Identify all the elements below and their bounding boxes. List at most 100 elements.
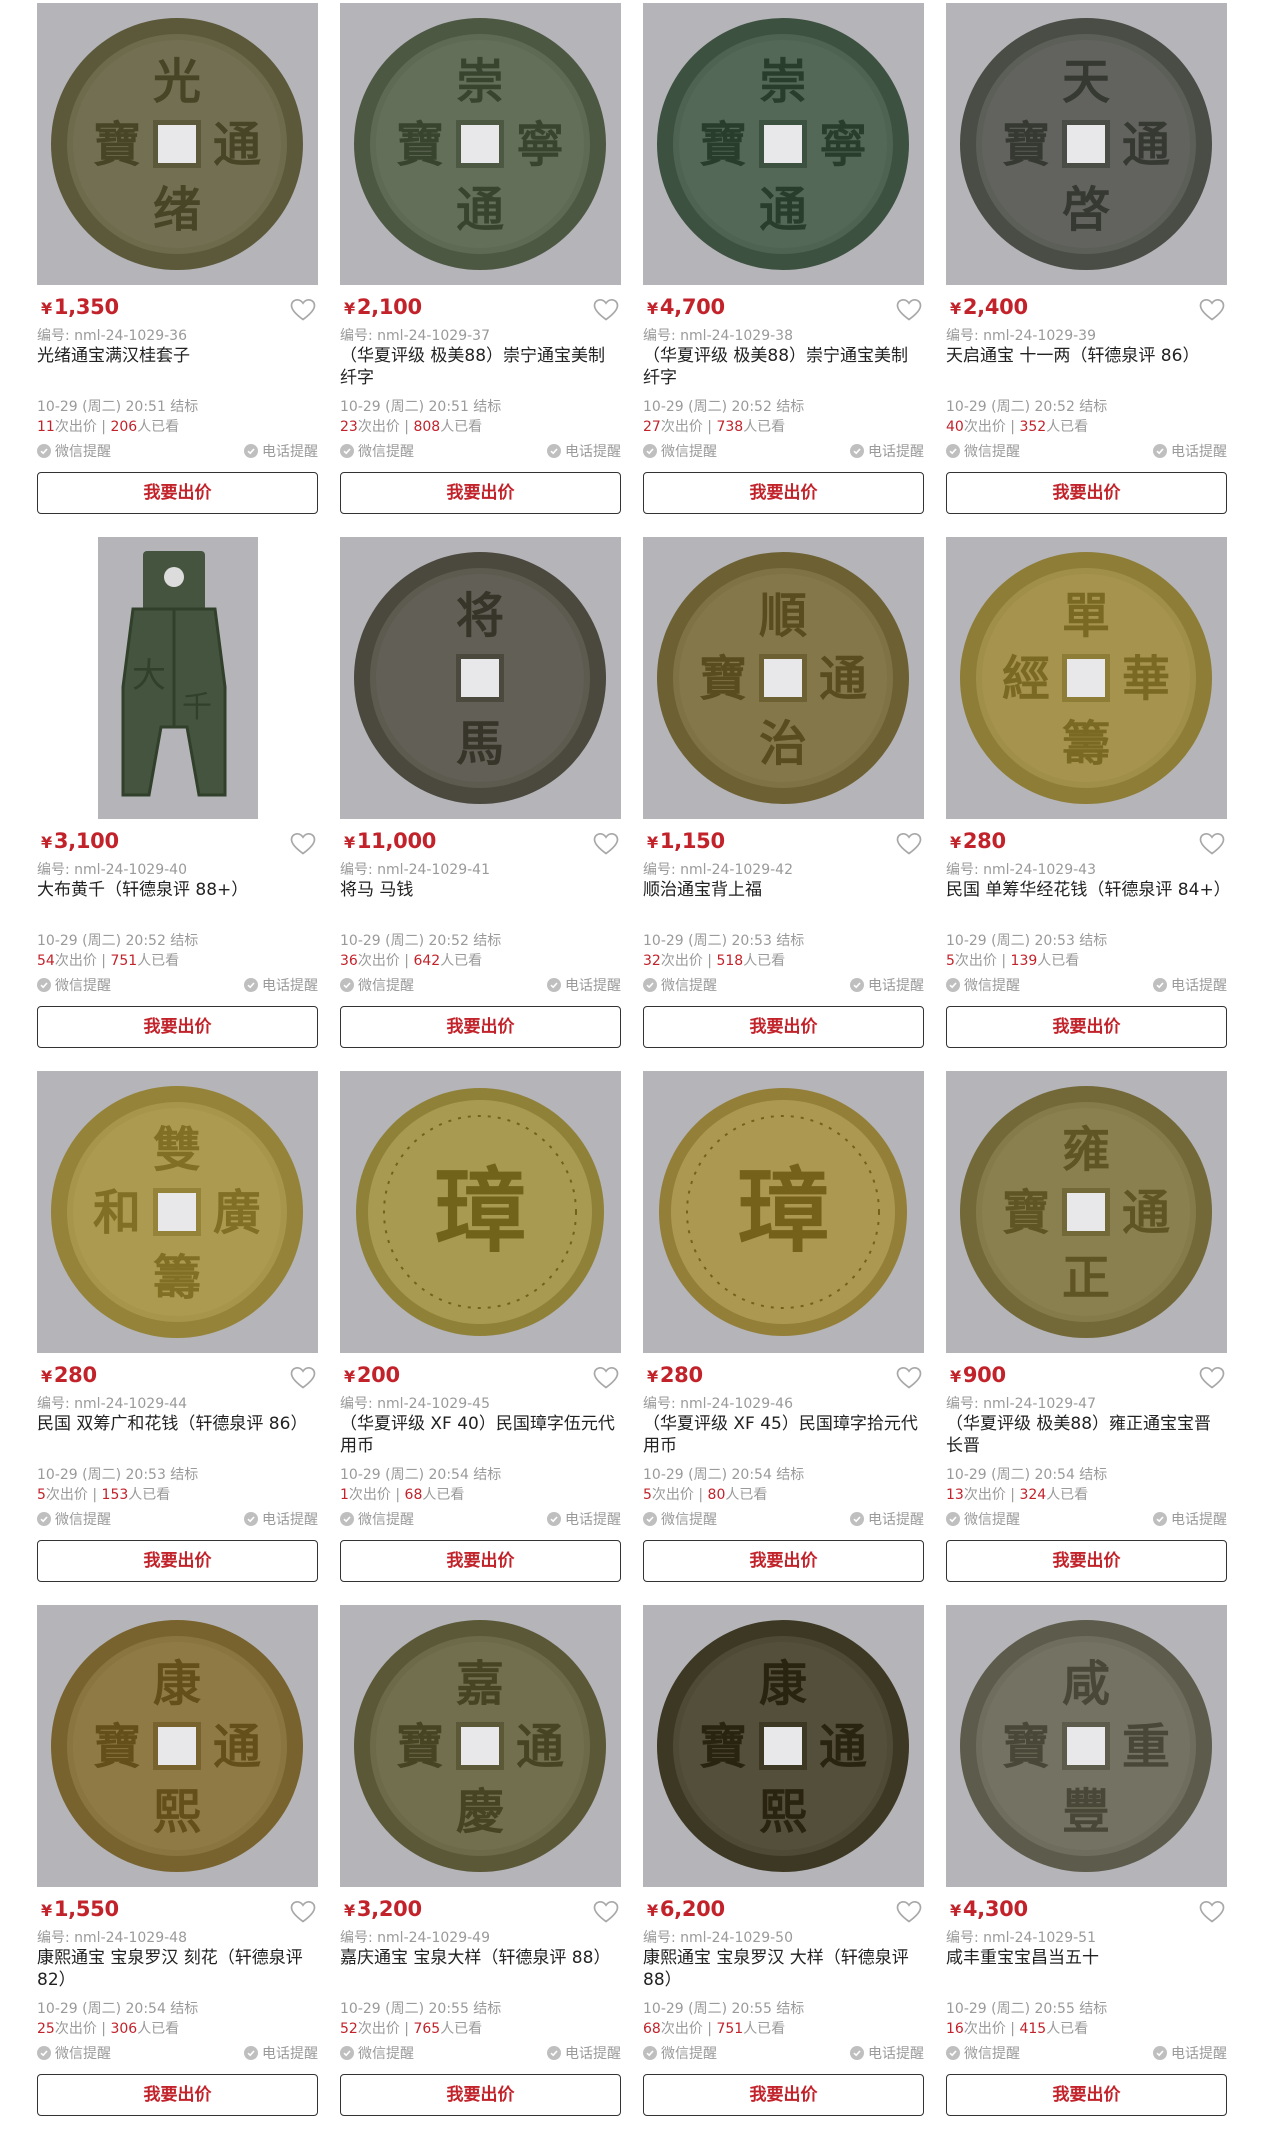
auction-item-card[interactable]: 咸重豐寶 ¥4,300 编号: nml-24-1029-51 咸丰重宝宝昌当五十… <box>946 1605 1227 2132</box>
phone-reminder[interactable]: 电话提醒 <box>850 441 924 461</box>
favorite-heart-icon[interactable] <box>896 832 922 856</box>
place-bid-button[interactable]: 我要出价 <box>643 472 924 514</box>
auction-item-card[interactable]: 單華籌經 ¥280 编号: nml-24-1029-43 民国 单筹华经花钱（轩… <box>946 537 1231 1064</box>
item-photo[interactable]: 天通啓寶 <box>946 3 1227 285</box>
favorite-heart-icon[interactable] <box>896 298 922 322</box>
favorite-heart-icon[interactable] <box>593 832 619 856</box>
wechat-reminder[interactable]: 微信提醒 <box>643 975 717 995</box>
phone-reminder[interactable]: 电话提醒 <box>244 1509 318 1529</box>
item-photo[interactable]: 大 千 <box>37 537 318 819</box>
auction-item-card[interactable]: 璋 ¥280 编号: nml-24-1029-46 （华夏评级 XF 45）民国… <box>643 1071 924 1598</box>
favorite-heart-icon[interactable] <box>290 298 316 322</box>
item-title[interactable]: 康熙通宝 宝泉罗汉 大样（轩德泉评 88） <box>643 1947 924 1991</box>
place-bid-button[interactable]: 我要出价 <box>643 2074 924 2116</box>
favorite-heart-icon[interactable] <box>1199 1900 1225 1924</box>
item-photo[interactable]: 雍通正寶 <box>946 1071 1227 1353</box>
item-photo[interactable]: 康通熙寶 <box>643 1605 924 1887</box>
auction-item-card[interactable]: 雍通正寶 ¥900 编号: nml-24-1029-47 （华夏评级 极美88）… <box>946 1071 1227 1598</box>
phone-reminder[interactable]: 电话提醒 <box>244 2043 318 2063</box>
wechat-reminder[interactable]: 微信提醒 <box>340 975 414 995</box>
item-title[interactable]: 大布黄千（轩德泉评 88+） <box>37 879 318 901</box>
phone-reminder[interactable]: 电话提醒 <box>1153 441 1227 461</box>
place-bid-button[interactable]: 我要出价 <box>340 1006 621 1048</box>
phone-reminder[interactable]: 电话提醒 <box>850 2043 924 2063</box>
phone-reminder[interactable]: 电话提醒 <box>1153 1509 1227 1529</box>
auction-item-card[interactable]: 嘉通慶寶 ¥3,200 编号: nml-24-1029-49 嘉庆通宝 宝泉大样… <box>340 1605 621 2132</box>
wechat-reminder[interactable]: 微信提醒 <box>37 2043 111 2063</box>
wechat-reminder[interactable]: 微信提醒 <box>946 1509 1020 1529</box>
item-title[interactable]: 嘉庆通宝 宝泉大样（轩德泉评 88） <box>340 1947 621 1969</box>
auction-item-card[interactable]: 康通熙寶 ¥6,200 编号: nml-24-1029-50 康熙通宝 宝泉罗汉… <box>643 1605 924 2132</box>
item-title[interactable]: 咸丰重宝宝昌当五十 <box>946 1947 1227 1969</box>
favorite-heart-icon[interactable] <box>593 1900 619 1924</box>
phone-reminder[interactable]: 电话提醒 <box>244 441 318 461</box>
place-bid-button[interactable]: 我要出价 <box>643 1540 924 1582</box>
phone-reminder[interactable]: 电话提醒 <box>1153 2043 1227 2063</box>
wechat-reminder[interactable]: 微信提醒 <box>643 1509 717 1529</box>
phone-reminder[interactable]: 电话提醒 <box>547 441 621 461</box>
auction-item-card[interactable]: 大 千 ¥3,100 编号: nml-24-1029-40 大布黄千（轩德泉评 … <box>37 537 318 1064</box>
favorite-heart-icon[interactable] <box>896 1366 922 1390</box>
auction-item-card[interactable]: 崇寧通寶 ¥4,700 编号: nml-24-1029-38 （华夏评级 极美8… <box>643 3 924 530</box>
item-title[interactable]: （华夏评级 极美88）崇宁通宝美制纤字 <box>340 345 621 389</box>
item-photo[interactable]: 璋 <box>643 1071 924 1353</box>
item-title[interactable]: （华夏评级 XF 45）民国璋字拾元代用币 <box>643 1413 924 1457</box>
item-photo[interactable]: 将馬 <box>340 537 621 819</box>
item-photo[interactable]: 順通治寶 <box>643 537 924 819</box>
item-title[interactable]: （华夏评级 极美88）雍正通宝宝晋长晋 <box>946 1413 1227 1457</box>
phone-reminder[interactable]: 电话提醒 <box>547 975 621 995</box>
place-bid-button[interactable]: 我要出价 <box>946 2074 1227 2116</box>
phone-reminder[interactable]: 电话提醒 <box>547 1509 621 1529</box>
favorite-heart-icon[interactable] <box>1199 832 1225 856</box>
wechat-reminder[interactable]: 微信提醒 <box>946 975 1020 995</box>
place-bid-button[interactable]: 我要出价 <box>340 472 621 514</box>
item-photo[interactable]: 崇寧通寶 <box>643 3 924 285</box>
item-photo[interactable]: 咸重豐寶 <box>946 1605 1227 1887</box>
item-photo[interactable]: 雙廣籌和 <box>37 1071 318 1353</box>
favorite-heart-icon[interactable] <box>593 1366 619 1390</box>
auction-item-card[interactable]: 崇寧通寶 ¥2,100 编号: nml-24-1029-37 （华夏评级 极美8… <box>340 3 621 530</box>
item-photo[interactable]: 單華籌經 <box>946 537 1227 819</box>
item-title[interactable]: 康熙通宝 宝泉罗汉 刻花（轩德泉评 82） <box>37 1947 318 1991</box>
item-photo[interactable]: 嘉通慶寶 <box>340 1605 621 1887</box>
favorite-heart-icon[interactable] <box>896 1900 922 1924</box>
item-photo[interactable]: 康通熙寶 <box>37 1605 318 1887</box>
place-bid-button[interactable]: 我要出价 <box>340 2074 621 2116</box>
auction-item-card[interactable]: 光通绪寶 ¥1,350 编号: nml-24-1029-36 光绪通宝满汉桂套子… <box>37 3 318 530</box>
wechat-reminder[interactable]: 微信提醒 <box>340 2043 414 2063</box>
phone-reminder[interactable]: 电话提醒 <box>547 2043 621 2063</box>
favorite-heart-icon[interactable] <box>290 1366 316 1390</box>
wechat-reminder[interactable]: 微信提醒 <box>643 2043 717 2063</box>
item-title[interactable]: （华夏评级 XF 40）民国璋字伍元代用币 <box>340 1413 621 1457</box>
auction-item-card[interactable]: 将馬 ¥11,000 编号: nml-24-1029-41 将马 马钱 10-2… <box>340 537 621 1064</box>
wechat-reminder[interactable]: 微信提醒 <box>946 441 1020 461</box>
auction-item-card[interactable]: 順通治寶 ¥1,150 编号: nml-24-1029-42 顺治通宝背上福 1… <box>643 537 924 1064</box>
place-bid-button[interactable]: 我要出价 <box>37 1540 318 1582</box>
auction-item-card[interactable]: 璋 ¥200 编号: nml-24-1029-45 （华夏评级 XF 40）民国… <box>340 1071 621 1598</box>
auction-item-card[interactable]: 雙廣籌和 ¥280 编号: nml-24-1029-44 民国 双筹广和花钱（轩… <box>37 1071 318 1598</box>
item-title[interactable]: 顺治通宝背上福 <box>643 879 924 901</box>
item-photo[interactable]: 崇寧通寶 <box>340 3 621 285</box>
phone-reminder[interactable]: 电话提醒 <box>850 1509 924 1529</box>
place-bid-button[interactable]: 我要出价 <box>37 472 318 514</box>
wechat-reminder[interactable]: 微信提醒 <box>340 1509 414 1529</box>
place-bid-button[interactable]: 我要出价 <box>37 2074 318 2116</box>
place-bid-button[interactable]: 我要出价 <box>340 1540 621 1582</box>
place-bid-button[interactable]: 我要出价 <box>643 1006 924 1048</box>
item-photo[interactable]: 光通绪寶 <box>37 3 318 285</box>
item-title[interactable]: 天启通宝 十一两（轩德泉评 86） <box>946 345 1227 367</box>
auction-item-card[interactable]: 康通熙寶 ¥1,550 编号: nml-24-1029-48 康熙通宝 宝泉罗汉… <box>37 1605 318 2132</box>
wechat-reminder[interactable]: 微信提醒 <box>37 1509 111 1529</box>
item-photo[interactable]: 璋 <box>340 1071 621 1353</box>
place-bid-button[interactable]: 我要出价 <box>946 1006 1227 1048</box>
item-title[interactable]: （华夏评级 极美88）崇宁通宝美制纤字 <box>643 345 924 389</box>
item-title[interactable]: 民国 单筹华经花钱（轩德泉评 84+） <box>946 879 1231 901</box>
wechat-reminder[interactable]: 微信提醒 <box>37 441 111 461</box>
place-bid-button[interactable]: 我要出价 <box>37 1006 318 1048</box>
wechat-reminder[interactable]: 微信提醒 <box>946 2043 1020 2063</box>
favorite-heart-icon[interactable] <box>290 832 316 856</box>
favorite-heart-icon[interactable] <box>1199 1366 1225 1390</box>
phone-reminder[interactable]: 电话提醒 <box>1153 975 1227 995</box>
auction-item-card[interactable]: 天通啓寶 ¥2,400 编号: nml-24-1029-39 天启通宝 十一两（… <box>946 3 1227 530</box>
wechat-reminder[interactable]: 微信提醒 <box>340 441 414 461</box>
